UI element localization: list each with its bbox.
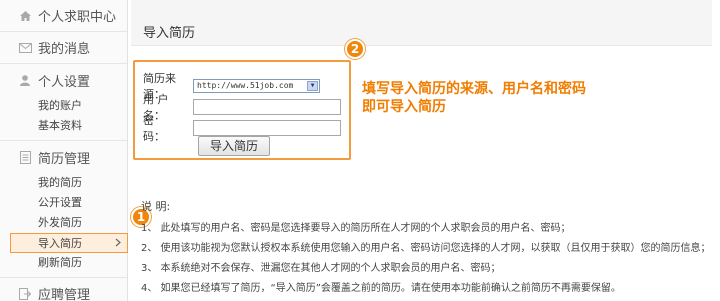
notes-title: 说 明: [141,200,171,213]
sidebar-group-label: 个人设置 [38,74,91,90]
notes-section: 说 明: 1、 此处填写的用户名、密码是您选择要导入的简历所在人才网的个人求职会… [141,198,711,301]
password-input[interactable] [193,120,341,136]
sidebar-item-my-resume[interactable]: 我的简历 [0,173,127,193]
sidebar-item-public-settings[interactable]: 公开设置 [0,193,127,213]
callout-text: 填写导入简历的来源、用户名和密码 即可导入简历 [362,80,586,116]
note-item: 3、 本系统绝对不会保存、泄漏您在其他人才网的个人求职会员的用户名、密码； [141,263,501,274]
user-icon [18,73,32,87]
page-header: 导入简历 [131,0,712,46]
page-title: 导入简历 [143,26,196,41]
chevron-right-icon [115,234,121,252]
sidebar-item-import-resume[interactable]: 导入简历 [10,233,128,253]
note-item: 4、 如果您已经填写了简历，“导入简历”会覆盖之前的简历。请在使用本功能前确认之… [141,283,621,294]
dropdown-arrow-icon[interactable]: ▼ [307,81,318,91]
sidebar-item-label: 个人求职中心 [38,10,117,25]
sidebar-group-settings: 个人设置 我的账户 基本资料 [0,64,127,141]
step-badge-2: 2 [345,39,365,59]
source-select-value: http://www.51job.com [197,81,294,90]
import-resume-button[interactable]: 导入简历 [198,136,270,156]
document-icon [18,150,32,164]
callout-line-1: 填写导入简历的来源、用户名和密码 [362,81,586,97]
password-label: 密 码： [143,114,176,143]
sidebar-item-applications[interactable]: 应聘管理 [0,278,127,301]
sidebar-item-basic-info[interactable]: 基本资料 [0,116,127,136]
sidebar-item-sent-resume[interactable]: 外发简历 [0,213,127,233]
sidebar-item-account[interactable]: 我的账户 [0,96,127,116]
sidebar-item-job-center[interactable]: 个人求职中心 [0,0,127,32]
callout-line-2: 即可导入简历 [362,99,446,115]
sidebar-group-resume: 简历管理 我的简历 公开设置 外发简历 导入简历 刷新简历 [0,141,128,278]
sidebar-item-label: 应聘管理 [38,288,91,301]
sidebar-group-title[interactable]: 简历管理 [0,141,127,173]
main-content: 导入简历 简历来源： http://www.51job.com ▼ 用 户 名：… [129,0,720,301]
sidebar-item-refresh-resume[interactable]: 刷新简历 [0,253,127,273]
sidebar-item-label: 我的消息 [38,42,91,57]
note-item: 2、 使用该功能视为您默认授权本系统使用您输入的用户名、密码访问您选择的人才网，… [141,243,711,254]
exit-icon [18,287,32,301]
mail-icon [18,41,32,55]
sidebar: 个人求职中心 我的消息 个人设置 我的账户 基本资料 简历管理 我的简历 公开设… [0,0,128,301]
note-item: 1、 此处填写的用户名、密码是您选择要导入的简历所在人才网的个人求职会员的用户名… [141,223,571,234]
sidebar-item-label: 导入简历 [38,237,82,250]
home-icon [18,9,32,23]
sidebar-group-label: 简历管理 [38,151,91,167]
sidebar-item-messages[interactable]: 我的消息 [0,32,127,64]
sidebar-group-title[interactable]: 个人设置 [0,64,127,96]
import-form: 简历来源： http://www.51job.com ▼ 用 户 名： 密 码：… [133,60,351,160]
